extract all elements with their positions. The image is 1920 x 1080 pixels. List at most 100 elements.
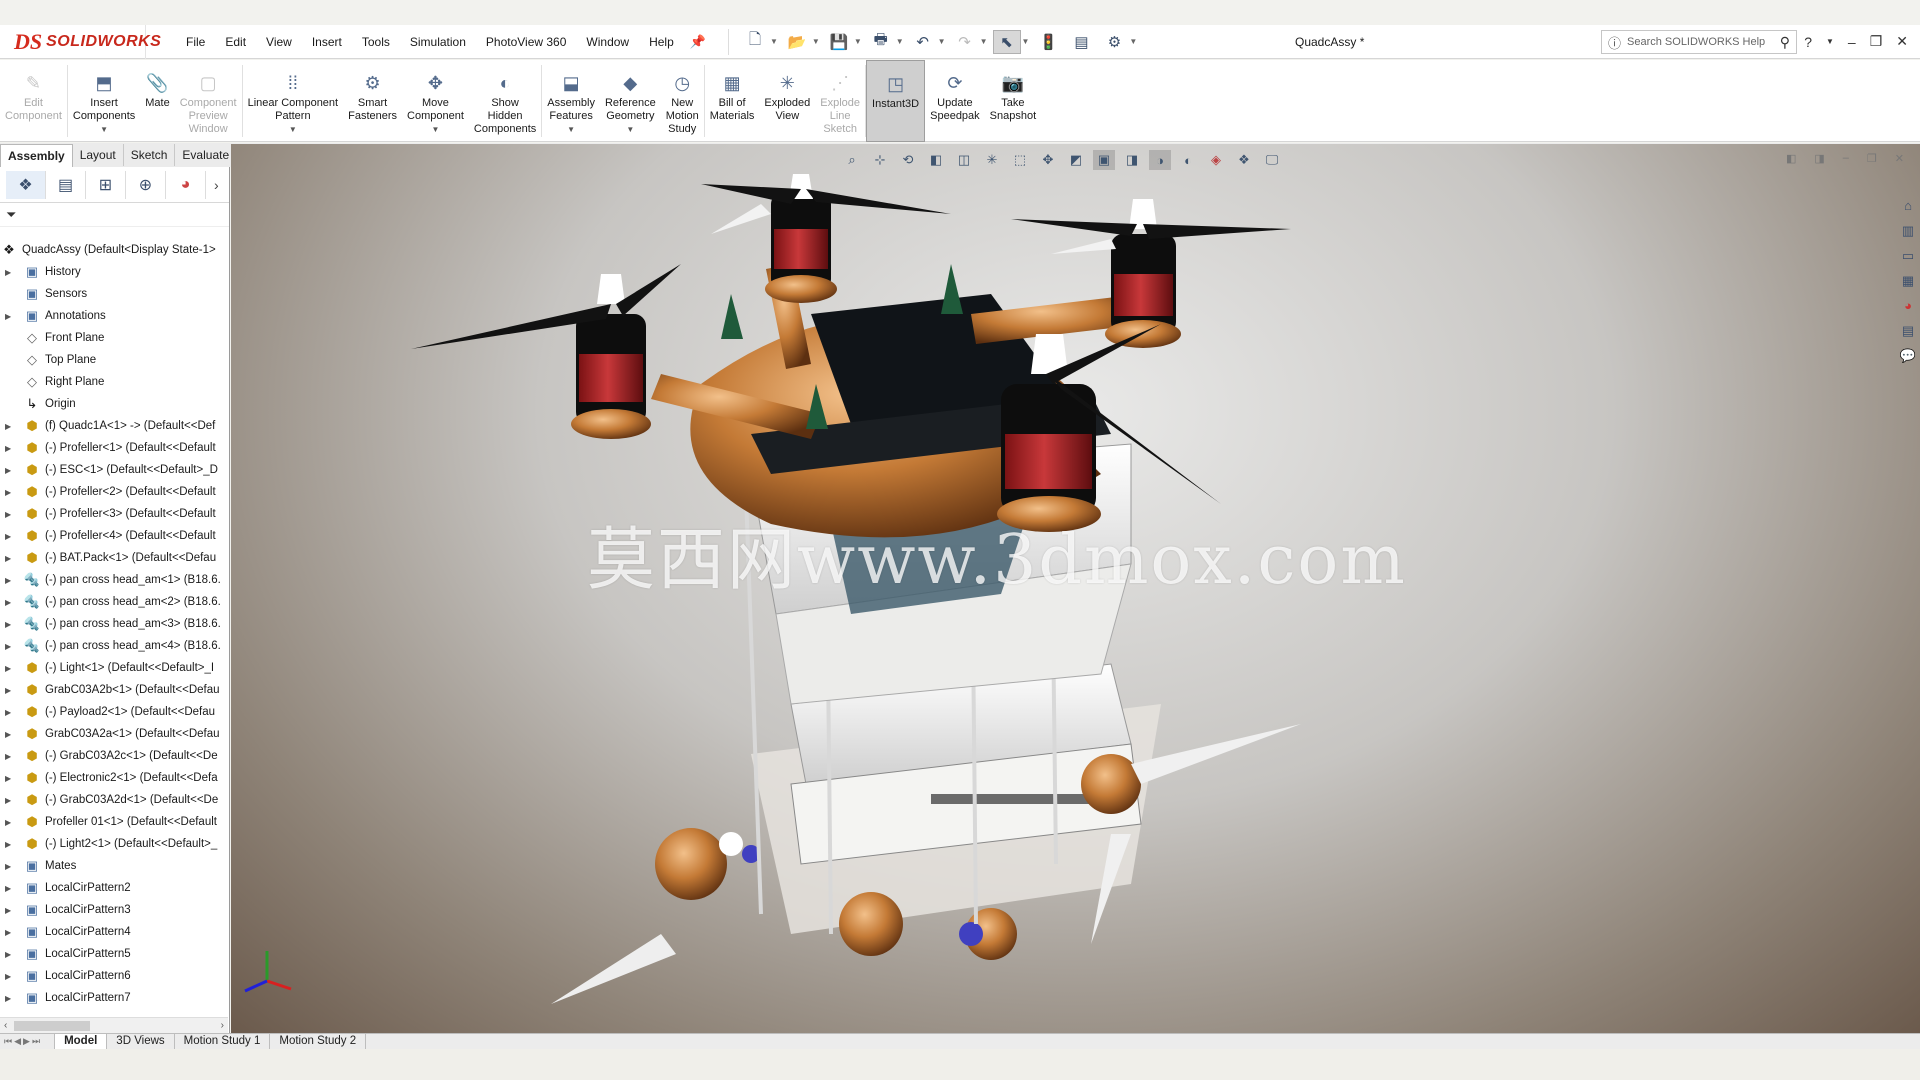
menu-insert[interactable]: Insert xyxy=(302,25,352,59)
dynamic-annotation-icon[interactable]: ◫ xyxy=(953,150,975,170)
property-manager-tab-icon[interactable]: ▤ xyxy=(46,170,86,199)
tile-left-icon[interactable]: ◧ xyxy=(1786,152,1796,165)
expand-arrow-icon[interactable]: ▶ xyxy=(5,818,17,827)
bom-button[interactable]: ▦ Bill of Materials xyxy=(705,60,760,142)
tree-item[interactable]: ▶ ⬢ GrabC03A2b<1> (Default<<Defau xyxy=(0,679,228,701)
tree-item[interactable]: ❖ QuadcAssy (Default<Display State-1> xyxy=(0,239,228,261)
zoom-to-area-icon[interactable]: ⊹ xyxy=(869,150,891,170)
menu-simulation[interactable]: Simulation xyxy=(400,25,476,59)
snapshot-button[interactable]: 📷 Take Snapshot xyxy=(985,60,1041,142)
tree-item[interactable]: ◇ Front Plane xyxy=(0,327,228,349)
chevron-down-icon[interactable]: ▼ xyxy=(770,37,778,46)
view-palette-icon[interactable]: ▦ xyxy=(1898,271,1918,290)
scroll-right-icon[interactable]: › xyxy=(221,1020,224,1031)
tree-item[interactable]: ▶ ▣ LocalCirPattern4 xyxy=(0,921,228,943)
tree-item[interactable]: ▶ 🔩 (-) pan cross head_am<4> (B18.6. xyxy=(0,635,228,657)
menu-tools[interactable]: Tools xyxy=(352,25,400,59)
view-settings-icon[interactable]: ❖ xyxy=(1233,150,1255,170)
design-library-icon[interactable]: ▥ xyxy=(1898,221,1918,240)
undo-icon[interactable]: ↶ xyxy=(909,30,937,54)
chevron-down-icon[interactable]: ▼ xyxy=(980,37,988,46)
expand-arrow-icon[interactable]: ▶ xyxy=(5,796,17,805)
tab-evaluate[interactable]: Evaluate xyxy=(175,144,238,166)
redo-icon[interactable]: ↷ xyxy=(951,30,979,54)
display-manager-tab-icon[interactable]: ◕ xyxy=(166,170,206,199)
bottom-tab-motion-study-2[interactable]: Motion Study 2 xyxy=(270,1034,367,1049)
assembly-features-button[interactable]: ⬓ Assembly Features ▼ xyxy=(542,60,600,142)
tree-item[interactable]: ▶ ▣ LocalCirPattern5 xyxy=(0,943,228,965)
expand-arrow-icon[interactable]: ▶ xyxy=(5,664,17,673)
speedpak-button[interactable]: ⟳ Update Speedpak xyxy=(925,60,985,142)
tab-assembly[interactable]: Assembly xyxy=(0,143,73,167)
tree-item[interactable]: ▶ ⬢ (f) Quadc1A<1> -> (Default<<Def xyxy=(0,415,228,437)
expand-arrow-icon[interactable]: ▶ xyxy=(5,422,17,431)
tree-item[interactable]: ▶ ▣ LocalCirPattern3 xyxy=(0,899,228,921)
appearances-icon[interactable]: ◕ xyxy=(1898,296,1918,315)
chevron-down-icon[interactable]: ▼ xyxy=(854,37,862,46)
previous-view-icon[interactable]: ⟲ xyxy=(897,150,919,170)
minimize-icon[interactable]: – xyxy=(1848,34,1856,50)
tree-item[interactable]: ▶ 🔩 (-) pan cross head_am<3> (B18.6. xyxy=(0,613,228,635)
tree-item[interactable]: ▶ ⬢ (-) GrabC03A2c<1> (Default<<De xyxy=(0,745,228,767)
tree-item[interactable]: ▶ ⬢ (-) Profeller<2> (Default<<Default xyxy=(0,481,228,503)
tree-item[interactable]: ▶ ⬢ (-) Profeller<3> (Default<<Default xyxy=(0,503,228,525)
options-gear-icon[interactable]: ⚙ xyxy=(1100,30,1128,54)
scroll-left-icon[interactable]: ‹ xyxy=(4,1020,7,1031)
tree-item[interactable]: ▶ ⬢ (-) Payload2<1> (Default<<Defau xyxy=(0,701,228,723)
monitor-icon[interactable]: 🖵 xyxy=(1261,150,1283,170)
render-icon[interactable]: ◈ xyxy=(1205,150,1227,170)
smart-fasteners-button[interactable]: ⚙ Smart Fasteners xyxy=(343,60,402,142)
edit-component-button[interactable]: ✎ Edit Component xyxy=(0,60,67,142)
select-cursor-icon[interactable]: ⬉ xyxy=(992,29,1021,54)
chevron-down-icon[interactable]: ▼ xyxy=(812,37,820,46)
chevron-down-icon[interactable]: ▼ xyxy=(1826,37,1834,46)
tree-item[interactable]: ▶ ⬢ (-) Light2<1> (Default<<Default>_ xyxy=(0,833,228,855)
tree-item[interactable]: ▶ ⬢ (-) Light<1> (Default<<Default>_I xyxy=(0,657,228,679)
cube-view-icon[interactable]: ◩ xyxy=(1065,150,1087,170)
menu-photoview-360[interactable]: PhotoView 360 xyxy=(476,25,577,59)
tree-item[interactable]: ▶ 🔩 (-) pan cross head_am<2> (B18.6. xyxy=(0,591,228,613)
expand-arrow-icon[interactable]: ▶ xyxy=(5,598,17,607)
chevron-down-icon[interactable]: ▼ xyxy=(289,123,297,136)
tree-item[interactable]: ▶ ⬢ GrabC03A2a<1> (Default<<Defau xyxy=(0,723,228,745)
close-icon[interactable]: ✕ xyxy=(1896,33,1908,50)
save-icon[interactable]: 💾 xyxy=(825,30,853,54)
rebuild-icon[interactable]: 🚦 xyxy=(1034,30,1062,54)
tree-item[interactable]: ◇ Right Plane xyxy=(0,371,228,393)
expand-arrow-icon[interactable]: ▶ xyxy=(5,950,17,959)
instant3d-button[interactable]: ◳ Instant3D xyxy=(866,60,926,142)
expand-arrow-icon[interactable]: ▶ xyxy=(5,510,17,519)
pin-icon[interactable]: 📌 xyxy=(690,34,706,50)
expand-arrow-icon[interactable]: ▶ xyxy=(5,994,17,1003)
reference-geometry-button[interactable]: ◆ Reference Geometry ▼ xyxy=(600,60,661,142)
help-icon[interactable]: ? xyxy=(1804,34,1812,50)
linear-pattern-button[interactable]: ⁞⁞ Linear Component Pattern ▼ xyxy=(243,60,344,142)
expand-arrow-icon[interactable]: ▶ xyxy=(5,840,17,849)
last-tab-icon[interactable]: ⏭ xyxy=(32,1036,40,1047)
tree-item[interactable]: ▶ ⬢ Profeller 01<1> (Default<<Default xyxy=(0,811,228,833)
view-orientation-icon[interactable]: ⬚ xyxy=(1009,150,1031,170)
restore-icon[interactable]: ❐ xyxy=(1867,152,1877,165)
explode-view-icon[interactable]: ✳ xyxy=(981,150,1003,170)
chevron-down-icon[interactable]: ▼ xyxy=(1022,37,1030,46)
move-component-button[interactable]: ✥ Move Component ▼ xyxy=(402,60,469,142)
expand-arrow-icon[interactable]: ▶ xyxy=(5,774,17,783)
mate-button[interactable]: 📎 Mate xyxy=(140,60,174,142)
file-properties-icon[interactable]: ▤ xyxy=(1067,30,1095,54)
scene-icon[interactable]: ◐ xyxy=(1177,150,1199,170)
tab-layout[interactable]: Layout xyxy=(73,144,124,166)
expand-arrow-icon[interactable]: ▶ xyxy=(5,906,17,915)
bottom-tab-model[interactable]: Model xyxy=(54,1034,108,1049)
chevron-down-icon[interactable]: ▼ xyxy=(938,37,946,46)
zoom-to-fit-icon[interactable]: ⌕ xyxy=(841,150,863,170)
prev-tab-icon[interactable]: ◀ xyxy=(14,1036,21,1047)
chevron-down-icon[interactable]: ▼ xyxy=(100,123,108,136)
scrollbar-thumb[interactable] xyxy=(14,1021,90,1031)
expand-arrow-icon[interactable]: ▶ xyxy=(5,752,17,761)
tree-item[interactable]: ▶ ⬢ (-) ESC<1> (Default<<Default>_D xyxy=(0,459,228,481)
expand-arrow-icon[interactable]: ▶ xyxy=(5,576,17,585)
tree-item[interactable]: ▶ 🔩 (-) pan cross head_am<1> (B18.6. xyxy=(0,569,228,591)
explode-line-button[interactable]: ⋰ Explode Line Sketch xyxy=(815,60,865,142)
expand-arrow-icon[interactable]: ▶ xyxy=(5,466,17,475)
filter-icon[interactable]: ⏷ xyxy=(6,207,16,223)
